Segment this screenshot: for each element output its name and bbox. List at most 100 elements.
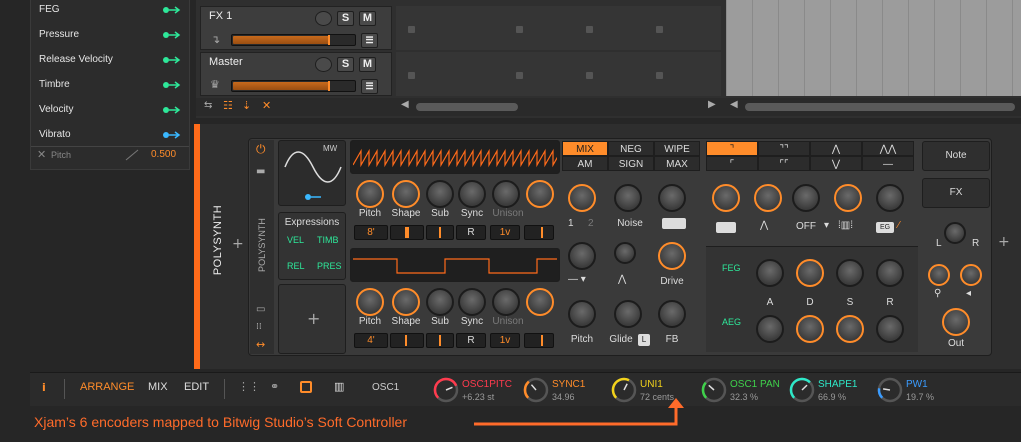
mix-knob-5[interactable] — [614, 242, 636, 264]
osc2-pitch-knob[interactable] — [356, 288, 384, 316]
osc1-sub-knob[interactable] — [426, 180, 454, 208]
record-arm-button[interactable] — [315, 11, 332, 26]
modulator-item-timbre[interactable]: Timbre — [39, 79, 70, 90]
tab-sign[interactable]: SIGN — [608, 156, 654, 171]
osc2-detune-knob[interactable] — [526, 288, 554, 316]
tab-neg[interactable]: NEG — [608, 141, 654, 156]
encoder-knob-icon[interactable] — [432, 376, 460, 404]
glide-knob[interactable] — [614, 300, 642, 328]
encoder-knob-icon[interactable] — [876, 376, 904, 404]
encoder-5[interactable]: SHAPE1 66.9 % — [788, 375, 876, 405]
modulation-icon[interactable]: ⋮⋮ — [238, 380, 260, 393]
filter-bandstop-tab[interactable]: ⋁ — [810, 156, 862, 171]
osc1-shape-knob[interactable] — [392, 180, 420, 208]
power-icon[interactable]: ⏻ — [256, 142, 266, 157]
osc2-sub-value[interactable] — [426, 333, 454, 348]
volume-fader[interactable] — [231, 34, 356, 46]
modulator-item-release-velocity[interactable]: Release Velocity — [39, 54, 113, 65]
arrow-icon[interactable]: ⇣ — [242, 99, 251, 112]
osc1-pitch-knob[interactable] — [356, 180, 384, 208]
eg-badge[interactable]: EG — [876, 222, 894, 233]
expression-rel[interactable]: REL — [287, 261, 305, 271]
chevron-down-icon[interactable]: ▾ — [824, 220, 829, 231]
volume-fader[interactable] — [231, 80, 356, 92]
glide-badge[interactable]: L — [638, 334, 650, 346]
close-icon[interactable]: ✕ — [262, 99, 271, 112]
filter-lowpass-tab[interactable]: ⌝ — [706, 141, 758, 156]
modulator-item-feg[interactable]: FEG — [39, 4, 60, 15]
menu-icon[interactable]: ☰ — [361, 79, 378, 94]
encoder-6[interactable]: PW1 19.7 % — [876, 375, 964, 405]
route-toggle[interactable] — [716, 222, 736, 233]
remote-page-name[interactable]: OSC1 — [372, 382, 399, 393]
horizontal-scrollbar[interactable] — [745, 103, 1015, 111]
feg-release-knob[interactable] — [876, 259, 904, 287]
filter-cutoff-knob[interactable] — [712, 184, 740, 212]
filter-flat-tab[interactable]: — — [862, 156, 914, 171]
record-arm-button[interactable] — [315, 57, 332, 72]
filter-env-knob[interactable] — [876, 184, 904, 212]
tab-mix[interactable]: MIX — [562, 141, 608, 156]
osc1-detune-value[interactable] — [524, 225, 554, 240]
add-icon[interactable]: + — [232, 236, 244, 252]
filter-knob-3[interactable] — [792, 184, 820, 212]
noise-knob[interactable] — [614, 184, 642, 212]
pitch-mod-value[interactable]: 0.500 — [151, 149, 176, 160]
route-toggle[interactable] — [662, 218, 686, 229]
clip-launcher-row[interactable] — [396, 6, 721, 50]
filter-peak-tab[interactable]: ⋀⋀ — [862, 141, 914, 156]
tab-edit[interactable]: EDIT — [184, 381, 209, 393]
info-icon[interactable]: i — [42, 381, 46, 394]
solo-button[interactable]: S — [337, 11, 354, 26]
mute-button[interactable]: M — [359, 57, 376, 72]
filter-notch-tab[interactable]: ⌝⌝ — [758, 141, 810, 156]
encoder-4[interactable]: OSC1 PAN 32.3 % — [700, 375, 788, 405]
osc1-sync-value[interactable]: R — [456, 225, 486, 240]
tab-wipe[interactable]: WIPE — [654, 141, 700, 156]
osc1-shape-value[interactable] — [390, 225, 424, 240]
mix-knob-3[interactable] — [658, 184, 686, 212]
mod-arrow-icon[interactable] — [305, 193, 323, 201]
fb-knob[interactable] — [658, 300, 686, 328]
osc1-sub-value[interactable] — [426, 225, 454, 240]
mix-knob-4[interactable] — [568, 242, 596, 270]
modulator-item-vibrato[interactable]: Vibrato — [39, 129, 71, 140]
osc2-pitch-value[interactable]: 4' — [354, 333, 388, 348]
encoder-knob-icon[interactable] — [788, 376, 816, 404]
note-panel[interactable]: Note — [922, 141, 990, 171]
filter-off-label[interactable]: OFF — [788, 221, 824, 232]
spread-knob[interactable] — [944, 222, 966, 244]
filter-hp2-tab[interactable]: ⌜⌜ — [758, 156, 810, 171]
pan-knob[interactable] — [928, 264, 950, 286]
osc2-shape-knob[interactable] — [392, 288, 420, 316]
mod-arrow-icon[interactable] — [163, 81, 181, 89]
add-icon[interactable]: + — [307, 309, 320, 328]
tab-am[interactable]: AM — [562, 156, 608, 171]
filter-bandpass-tab[interactable]: ⋀ — [810, 141, 862, 156]
osc1-unison-knob[interactable] — [492, 180, 520, 208]
modulator-item-velocity[interactable]: Velocity — [39, 104, 73, 115]
osc2-sync-knob[interactable] — [458, 288, 486, 316]
window-icon[interactable]: ▭ — [256, 304, 265, 315]
track-master[interactable]: Master S M ♛ ☰ — [200, 52, 392, 96]
osc1-unison-value[interactable]: 1v — [490, 225, 520, 240]
arrows-icon[interactable]: ↔ — [256, 338, 265, 351]
mix-osc-knob[interactable] — [568, 184, 596, 212]
expression-pres[interactable]: PRES — [317, 261, 342, 271]
fx-button[interactable]: FX — [923, 187, 989, 198]
osc1-sync-knob[interactable] — [458, 180, 486, 208]
encoder-knob-icon[interactable] — [700, 376, 728, 404]
scroll-left-icon[interactable]: ◀ — [401, 99, 409, 110]
expression-vel[interactable]: VEL — [287, 235, 304, 245]
feg-attack-knob[interactable] — [756, 259, 784, 287]
lfo-panel[interactable]: MW — [278, 140, 346, 206]
expression-timb[interactable]: TIMB — [317, 235, 339, 245]
device-view-icon[interactable] — [300, 381, 312, 393]
track-fx1[interactable]: FX 1 S M ↴ ☰ — [200, 6, 392, 50]
scroll-left-icon[interactable]: ◀ — [730, 99, 738, 110]
close-icon[interactable]: ✕ — [37, 148, 46, 161]
osc2-shape-value[interactable] — [390, 333, 424, 348]
arranger-timeline[interactable] — [726, 0, 1021, 96]
mute-button[interactable]: M — [359, 11, 376, 26]
osc2-unison-knob[interactable] — [492, 288, 520, 316]
